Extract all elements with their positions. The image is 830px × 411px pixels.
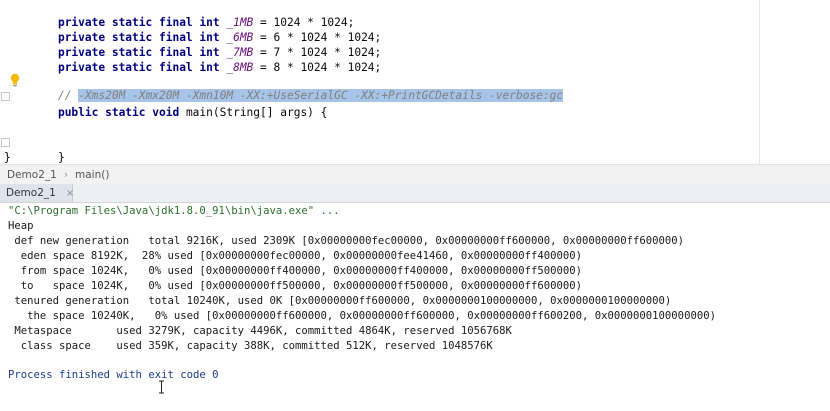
run-tab-label: Demo2_1 xyxy=(6,187,56,199)
code-line-const-7mb[interactable]: private static final int _7MB = 7 * 1024… xyxy=(31,30,381,59)
console-output[interactable]: "C:\Program Files\Java\jdk1.8.0_91\bin\j… xyxy=(0,203,830,411)
main-modifiers: public static void xyxy=(57,106,186,119)
main-signature: main(String[] args) { xyxy=(185,106,328,119)
closing-brace: } xyxy=(57,151,65,164)
run-tab-bar: Demo2_1 × xyxy=(0,184,830,203)
console-line: Metaspace used 3279K, capacity 4496K, co… xyxy=(8,325,512,337)
i-beam-cursor-icon xyxy=(159,380,164,394)
console-line: the space 10240K, 0% used [0x00000000ff6… xyxy=(8,310,716,322)
code-line-main-signature[interactable]: public static void main(String[] args) { xyxy=(31,90,327,119)
code-line-method-close[interactable]: } xyxy=(31,135,65,164)
breadcrumb-method[interactable]: main() xyxy=(68,169,109,181)
code-line-vm-options-comment[interactable]: // -Xms20M -Xmx20M -Xmn10M -XX:+UseSeria… xyxy=(31,73,564,102)
breadcrumb: Demo2_1 › main() xyxy=(0,164,830,185)
console-line: to space 1024K, 0% used [0x00000000ff500… xyxy=(8,280,583,292)
close-icon[interactable]: × xyxy=(66,188,74,199)
console-command-line: "C:\Program Files\Java\jdk1.8.0_91\bin\j… xyxy=(8,205,340,217)
breadcrumb-class[interactable]: Demo2_1 xyxy=(0,169,57,181)
run-tab-demo2-1[interactable]: Demo2_1 × xyxy=(0,184,74,202)
class-closing-brace: } xyxy=(4,151,11,164)
console-line: tenured generation total 10240K, used 0K… xyxy=(8,295,672,307)
console-line: class space used 359K, capacity 388K, co… xyxy=(8,340,493,352)
right-margin-guide xyxy=(759,0,760,164)
lightbulb-icon[interactable] xyxy=(10,73,20,87)
console-exit-message: Process finished with exit code 0 xyxy=(8,369,219,381)
console-line: Heap xyxy=(8,220,34,232)
fold-marker-icon[interactable] xyxy=(1,92,10,101)
console-line: def new generation total 9216K, used 230… xyxy=(8,235,685,247)
console-line: from space 1024K, 0% used [0x00000000ff4… xyxy=(8,265,583,277)
code-line-const-8mb[interactable]: private static final int _8MB = 8 * 1024… xyxy=(31,45,381,74)
breadcrumb-separator: › xyxy=(63,168,69,181)
code-line-const-1mb[interactable]: private static final int _1MB = 1024 * 1… xyxy=(31,0,354,29)
code-editor[interactable]: private static final int _1MB = 1024 * 1… xyxy=(0,0,830,164)
code-line-const-6mb[interactable]: private static final int _6MB = 6 * 1024… xyxy=(31,15,381,44)
console-line: eden space 8192K, 28% used [0x00000000fe… xyxy=(8,250,583,262)
fold-marker-icon[interactable] xyxy=(1,138,10,147)
